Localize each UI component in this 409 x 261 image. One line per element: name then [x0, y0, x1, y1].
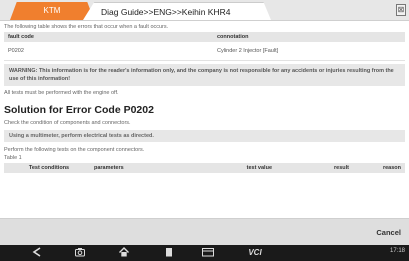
fault-code-cell: P0202	[4, 42, 213, 61]
tab-diag-guide-path[interactable]: Diag Guide>>ENG>>Keihin KHR4	[83, 2, 271, 20]
check-components-text: Check the condition of components and co…	[4, 119, 131, 126]
home-icon[interactable]	[117, 246, 131, 260]
fault-code-header: fault code	[4, 32, 213, 42]
warning-box: WARNING: This information is for the rea…	[4, 63, 405, 86]
connotation-cell: Cylinder 2 Injector [Fault]	[213, 42, 405, 61]
engine-off-note: All tests must be performed with the eng…	[4, 89, 119, 96]
reason-header: reason	[355, 162, 405, 173]
table-row: P0202 Cylinder 2 Injector [Fault]	[4, 42, 405, 61]
status-clock: 17:18	[389, 248, 405, 254]
camera-icon[interactable]	[73, 246, 87, 260]
test-value-header: test value	[164, 162, 278, 173]
cancel-button[interactable]: Cancel	[376, 228, 401, 237]
close-icon[interactable]: ⊠	[396, 4, 406, 16]
connotation-header: connotation	[213, 32, 405, 42]
document-icon[interactable]	[162, 246, 176, 260]
back-icon[interactable]	[30, 246, 44, 260]
top-tab-bar: KTM Diag Guide>>ENG>>Keihin KHR4 ⊠	[0, 0, 409, 21]
fault-code-table: fault code connotation P0202 Cylinder 2 …	[4, 32, 405, 61]
window-icon[interactable]	[200, 246, 216, 260]
table-label: Table 1	[4, 154, 22, 161]
solution-title: Solution for Error Code P0202	[4, 103, 154, 116]
intro-text: The following table shows the errors tha…	[4, 24, 169, 30]
vci-icon[interactable]: VCI	[244, 246, 266, 260]
parameters-header: parameters	[94, 162, 164, 173]
tab-ktm[interactable]: KTM	[10, 2, 94, 20]
action-bar: Cancel	[0, 218, 409, 245]
result-header: result	[278, 162, 355, 173]
perform-tests-text: Perform the following tests on the compo…	[4, 146, 145, 153]
multimeter-instruction: Using a multimeter, perform electrical t…	[4, 129, 405, 142]
system-nav-bar: VCI 17:18	[0, 245, 409, 261]
tests-table: Test conditions parameters test value re…	[4, 162, 405, 173]
test-conditions-header: Test conditions	[4, 162, 94, 173]
diag-guide-content[interactable]: The following table shows the errors tha…	[0, 22, 409, 218]
